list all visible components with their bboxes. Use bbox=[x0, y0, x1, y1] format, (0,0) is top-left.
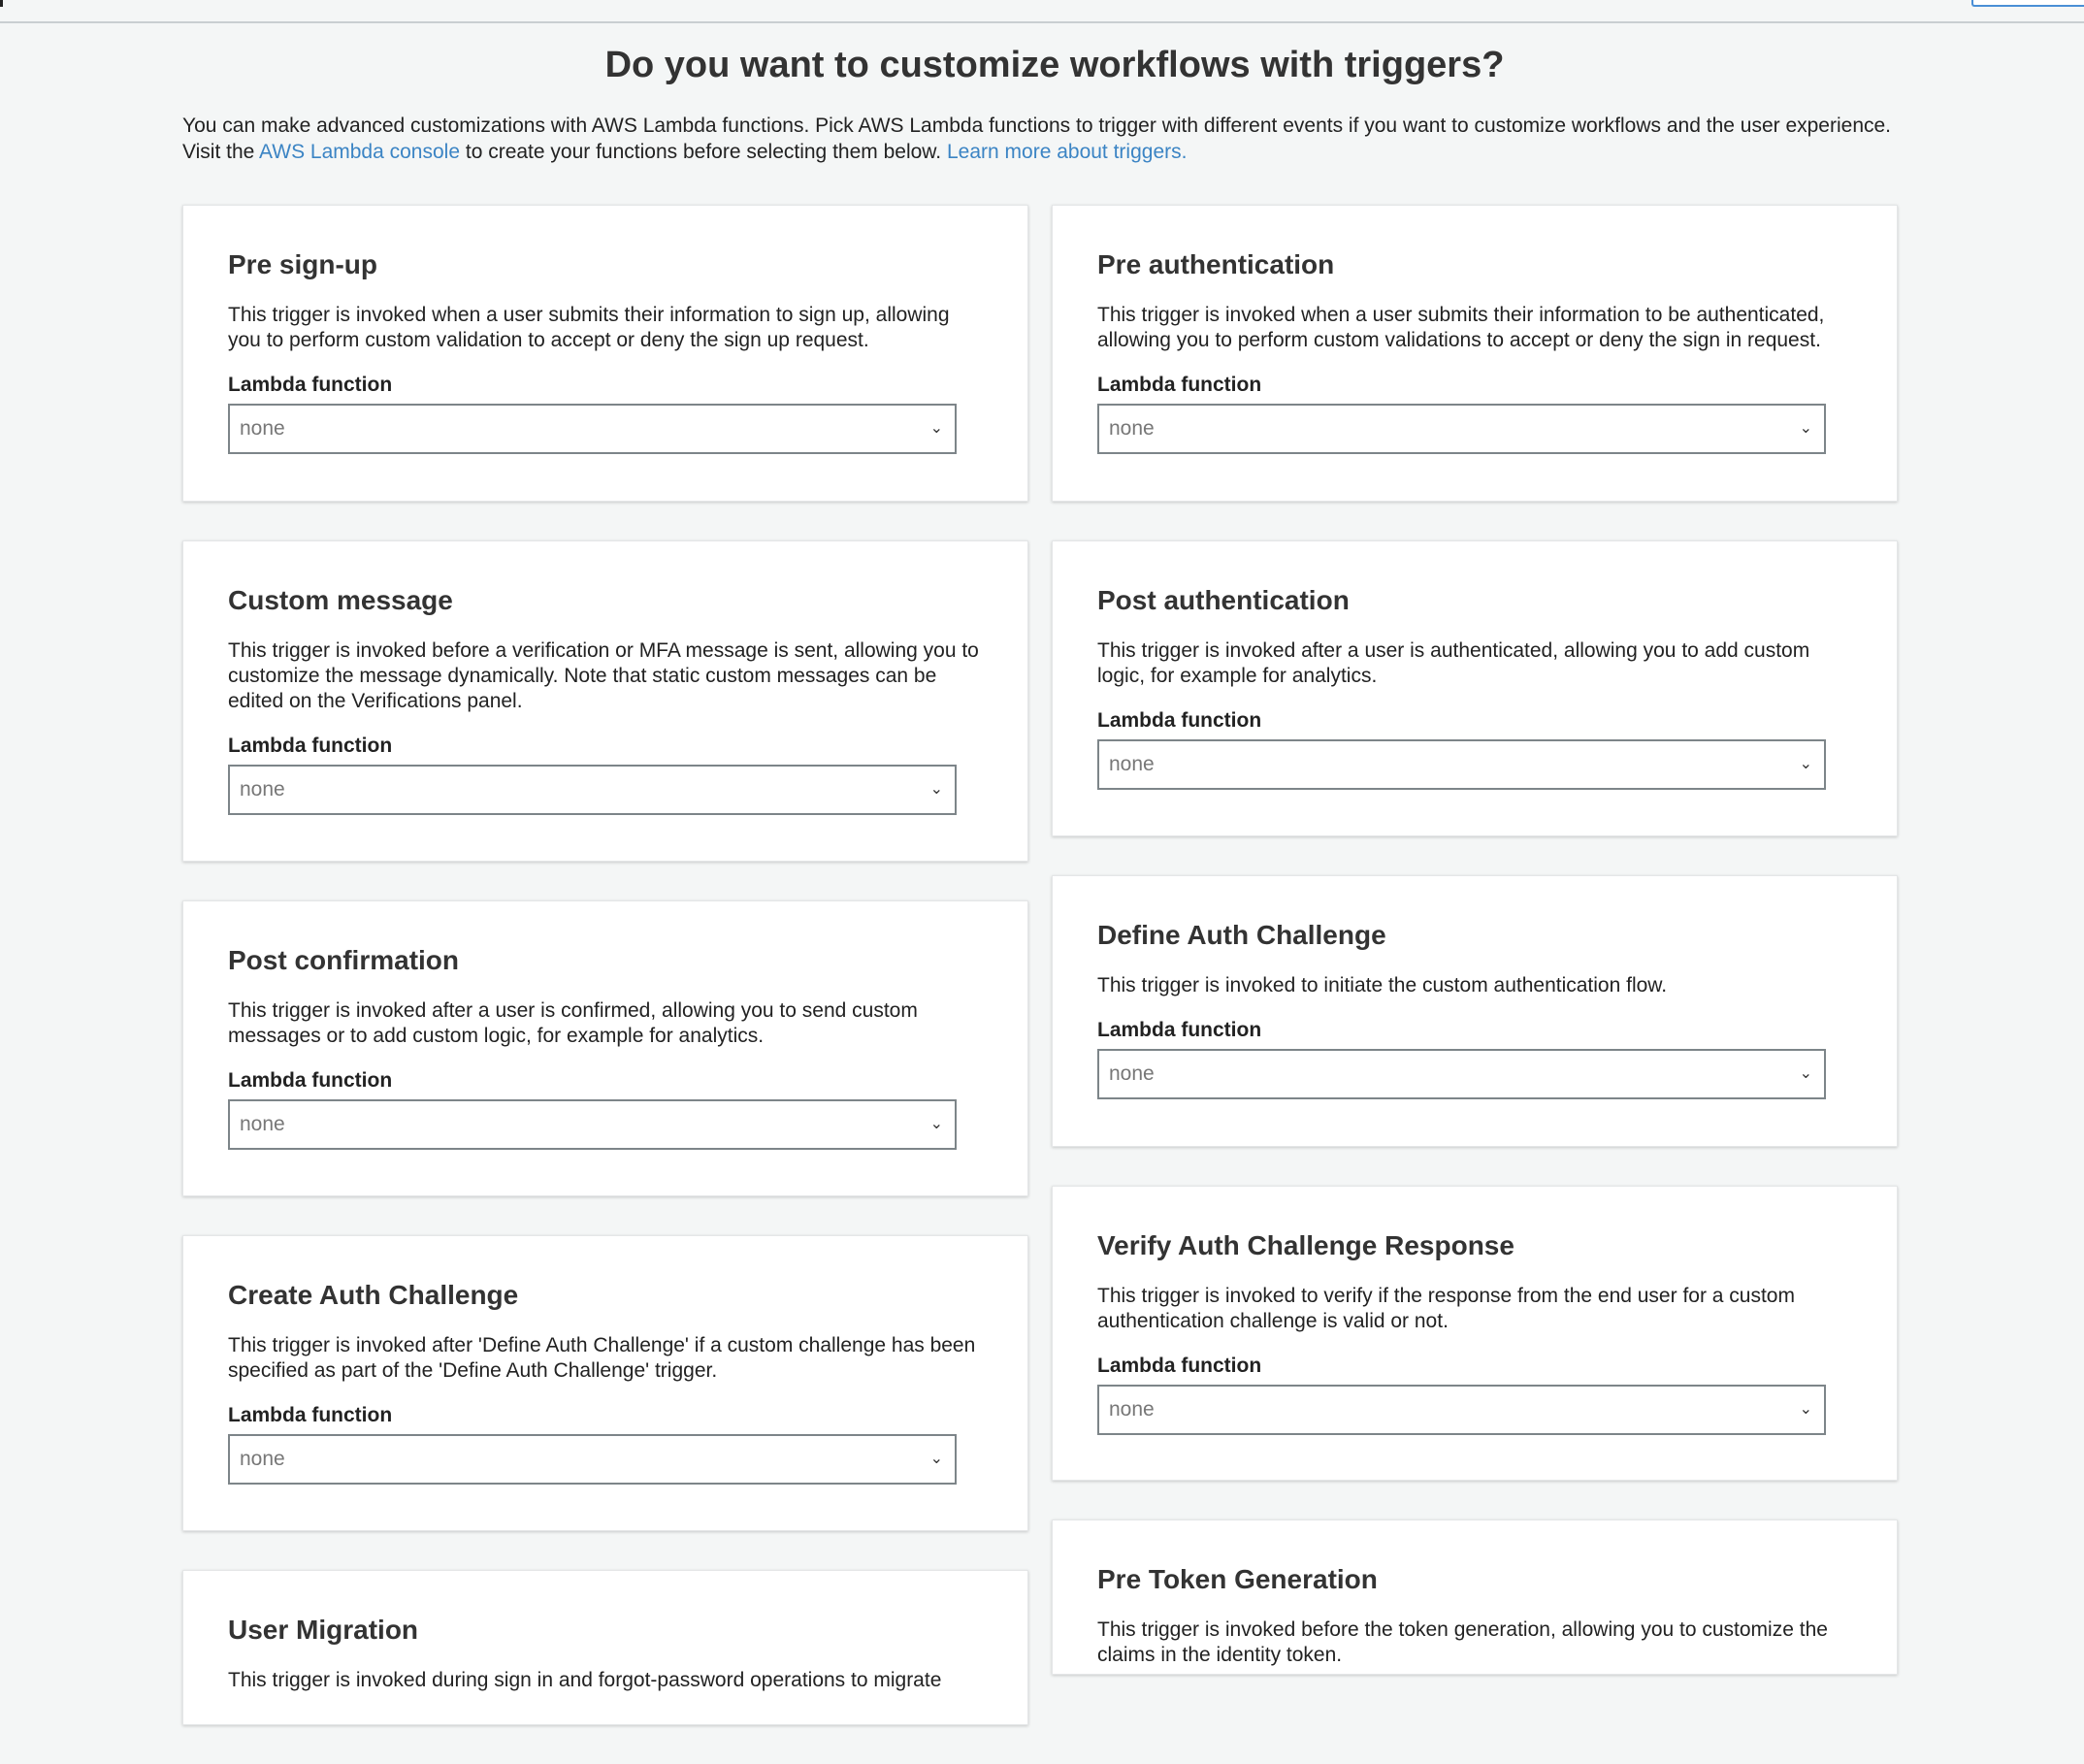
card-title: Pre sign-up bbox=[228, 249, 378, 279]
card-title: Custom message bbox=[228, 585, 453, 615]
card-title: Post authentication bbox=[1097, 585, 1350, 615]
page-title: Do you want to customize workflows with … bbox=[604, 45, 1505, 85]
card-description: This trigger is invoked before the token… bbox=[1097, 1618, 1828, 1666]
chevron-down-icon: ⌄ bbox=[929, 1116, 943, 1132]
lambda-function-label: Lambda function bbox=[228, 1404, 393, 1426]
chevron-down-icon: ⌄ bbox=[1799, 1065, 1812, 1082]
card-description: This trigger is invoked before a verific… bbox=[228, 639, 979, 712]
learn-more-link[interactable]: Learn more about triggers. bbox=[947, 141, 1187, 163]
card-post-confirmation: Post confirmation This trigger is invoke… bbox=[182, 900, 1028, 1196]
intro-line-1: You can make advanced customizations wit… bbox=[182, 114, 1892, 137]
card-pre-signup: Pre sign-up This trigger is invoked when… bbox=[182, 205, 1028, 502]
custom-message-lambda-select[interactable]: none ⌄ bbox=[228, 765, 957, 815]
lambda-function-label: Lambda function bbox=[228, 374, 393, 396]
lambda-function-label: Lambda function bbox=[1097, 1355, 1262, 1377]
select-value: none bbox=[240, 417, 285, 440]
top-bar-edge bbox=[0, 0, 3, 7]
define-auth-challenge-lambda-select[interactable]: none ⌄ bbox=[1097, 1049, 1826, 1099]
card-user-migration: User Migration This trigger is invoked d… bbox=[182, 1570, 1028, 1725]
card-define-auth-challenge: Define Auth Challenge This trigger is in… bbox=[1052, 875, 1898, 1147]
card-title: Define Auth Challenge bbox=[1097, 920, 1386, 950]
chevron-down-icon: ⌄ bbox=[1799, 1401, 1812, 1418]
card-create-auth-challenge: Create Auth Challenge This trigger is in… bbox=[182, 1235, 1028, 1531]
card-title: User Migration bbox=[228, 1615, 419, 1645]
intro-after-link: to create your functions before selectin… bbox=[465, 141, 942, 163]
card-description: This trigger is invoked after a user is … bbox=[1097, 639, 1810, 687]
card-pre-token-generation: Pre Token Generation This trigger is inv… bbox=[1052, 1519, 1898, 1675]
chevron-down-icon: ⌄ bbox=[929, 781, 943, 798]
lambda-function-label: Lambda function bbox=[228, 1069, 393, 1092]
lambda-function-label: Lambda function bbox=[1097, 374, 1262, 396]
select-value: none bbox=[240, 1113, 285, 1135]
card-description: This trigger is invoked to verify if the… bbox=[1097, 1285, 1795, 1332]
lambda-function-label: Lambda function bbox=[228, 735, 393, 757]
select-value: none bbox=[1109, 1062, 1155, 1085]
select-value: none bbox=[240, 1448, 285, 1470]
card-verify-auth-challenge: Verify Auth Challenge Response This trig… bbox=[1052, 1186, 1898, 1481]
lambda-console-link[interactable]: AWS Lambda console bbox=[259, 141, 460, 163]
verify-auth-challenge-lambda-select[interactable]: none ⌄ bbox=[1097, 1385, 1826, 1435]
card-title: Pre Token Generation bbox=[1097, 1564, 1378, 1594]
card-title: Create Auth Challenge bbox=[228, 1280, 519, 1310]
chevron-down-icon: ⌄ bbox=[1799, 420, 1812, 437]
select-value: none bbox=[1109, 417, 1155, 440]
create-auth-challenge-lambda-select[interactable]: none ⌄ bbox=[228, 1434, 957, 1485]
select-value: none bbox=[1109, 1398, 1155, 1421]
post-confirmation-lambda-select[interactable]: none ⌄ bbox=[228, 1099, 957, 1150]
card-title: Post confirmation bbox=[228, 945, 460, 975]
card-title: Pre authentication bbox=[1097, 249, 1335, 279]
chevron-down-icon: ⌄ bbox=[929, 420, 943, 437]
top-right-button[interactable] bbox=[1971, 0, 2084, 7]
card-description: This trigger is invoked to initiate the … bbox=[1097, 974, 1668, 996]
card-description: This trigger is invoked during sign in a… bbox=[228, 1669, 942, 1691]
intro-text: You can make advanced customizations wit… bbox=[182, 113, 1929, 165]
lambda-function-label: Lambda function bbox=[1097, 709, 1262, 732]
left-column: Pre sign-up This trigger is invoked when… bbox=[182, 205, 1028, 1764]
card-title: Verify Auth Challenge Response bbox=[1097, 1230, 1514, 1260]
intro-visit: Visit the bbox=[182, 141, 255, 163]
card-pre-authentication: Pre authentication This trigger is invok… bbox=[1052, 205, 1898, 502]
card-description: This trigger is invoked when a user subm… bbox=[1097, 304, 1825, 351]
card-custom-message: Custom message This trigger is invoked b… bbox=[182, 540, 1028, 862]
chevron-down-icon: ⌄ bbox=[1799, 756, 1812, 772]
lambda-function-label: Lambda function bbox=[1097, 1019, 1262, 1041]
chevron-down-icon: ⌄ bbox=[929, 1451, 943, 1467]
select-value: none bbox=[1109, 753, 1155, 775]
right-column: Pre authentication This trigger is invok… bbox=[1052, 205, 1898, 1714]
pre-signup-lambda-select[interactable]: none ⌄ bbox=[228, 404, 957, 454]
card-description: This trigger is invoked after 'Define Au… bbox=[228, 1334, 976, 1382]
select-value: none bbox=[240, 778, 285, 800]
post-authentication-lambda-select[interactable]: none ⌄ bbox=[1097, 739, 1826, 790]
pre-authentication-lambda-select[interactable]: none ⌄ bbox=[1097, 404, 1826, 454]
top-bar bbox=[0, 0, 2084, 23]
card-post-authentication: Post authentication This trigger is invo… bbox=[1052, 540, 1898, 836]
card-description: This trigger is invoked after a user is … bbox=[228, 999, 918, 1047]
card-description: This trigger is invoked when a user subm… bbox=[228, 304, 950, 351]
